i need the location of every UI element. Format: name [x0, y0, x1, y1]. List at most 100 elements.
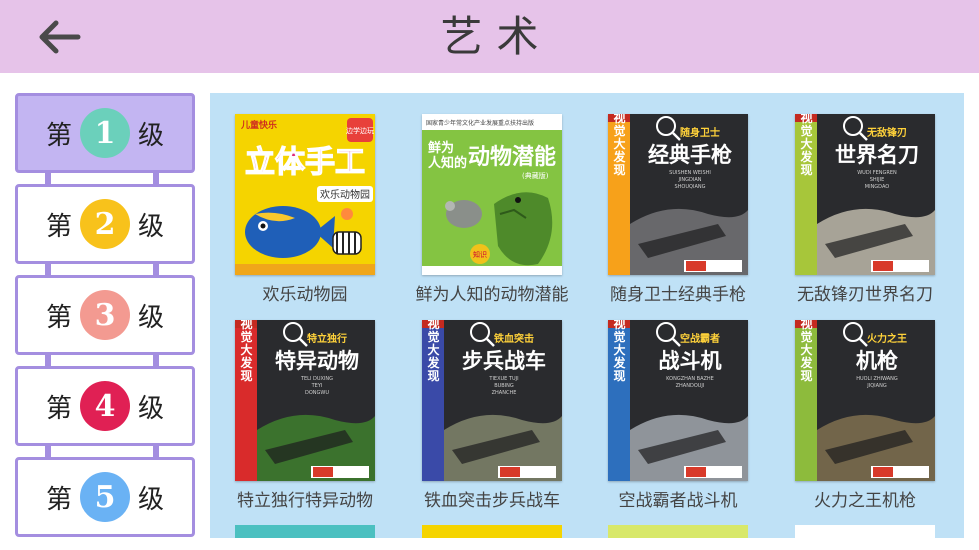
book-title: 欢乐动物园 [262, 285, 348, 305]
cover-title-line3: 动物潜能 [468, 144, 556, 170]
book-cover[interactable]: 视觉大发现 特立独行特异动物 TELI DUXING TEYI DONGWU [235, 320, 375, 481]
book-cover[interactable]: 视觉大发现 铁血突击 步兵战车 TIEXUE TUJI BUBING ZHANCHE [422, 320, 562, 481]
cover-title: 经典手枪 [648, 143, 732, 167]
level-suffix: 级 [138, 120, 165, 151]
cover-tag: 空战霸者 [680, 332, 720, 345]
book-card[interactable]: 国家青少年常文化产业发展重点扶持出版 鲜为 人知的 动物潜能 (典藏版) 知识 鲜为人知的动… [413, 114, 569, 305]
book-cover[interactable]: 视觉大发现 空战霸者战斗机 KONGZHAN BAZHE ZHANDOUJI [608, 320, 748, 481]
cover-tag: 随身卫士 [680, 126, 720, 139]
level-number-badge: 3 [80, 290, 130, 340]
level-tab-1[interactable]: 第1级 [15, 93, 195, 173]
book-card[interactable]: 视觉大发现 随身卫士 经典手枪 SUISHEN WEISHI JINGDIAN SHOUQ… [599, 114, 749, 305]
cover-series: 视觉大发现 [612, 320, 626, 383]
cover-tag: 无敌锋刃 [866, 126, 907, 139]
book-card[interactable]: 视觉大发现 特立独行 特异动物 TELI DUXING TEYI DONGWU 特立独行特异… [226, 320, 376, 511]
header-bar: 艺术 [0, 0, 979, 73]
book-title: 无敌锋刃世界名刀 [797, 285, 933, 305]
book-cover[interactable]: 国家青少年常文化产业发展重点扶持出版 鲜为 人知的 动物潜能 (典藏版) 知识 [422, 114, 562, 275]
book-card[interactable]: 视觉大发现 铁血突击 步兵战车 TIEXUE TUJI BUBING ZHANCHE 铁血突… [413, 320, 563, 511]
cover-pinyin-2: SHIJIE [870, 177, 885, 183]
level-suffix: 级 [138, 302, 165, 333]
book-cover-art: 儿童快乐边学边玩立体手工欢乐动物园 [235, 114, 375, 275]
book-cover[interactable]: 儿童快乐边学边玩立体手工欢乐动物园 [235, 114, 375, 275]
cover-tag: 特立独行 [307, 332, 347, 345]
page-title: 艺术 [440, 12, 553, 61]
book-cover-peek[interactable] [235, 525, 375, 538]
level-tab-5[interactable]: 第5级 [15, 457, 195, 537]
book-card[interactable]: 儿童快乐 边学边玩 立体手工 欢乐动物园 欢乐动物园 [226, 114, 376, 305]
cover-title: 特异动物 [275, 349, 359, 373]
book-grid: 儿童快乐 边学边玩 立体手工 欢乐动物园 欢乐动物园 国家青少年常文化产业发展重点扶持出版… [210, 93, 964, 538]
book-card[interactable]: 视觉大发现 火力之王 机枪 HUOLI ZHIWANG JIQIANG 火力之王机枪 [786, 320, 936, 511]
level-prefix: 第 [45, 393, 72, 424]
book-cover-art: 视觉大发现 特立独行特异动物 TELI DUXINGTEYIDONGWU [235, 320, 375, 481]
level-suffix: 级 [138, 393, 165, 424]
cover-series: 视觉大发现 [239, 320, 253, 383]
cover-pinyin-1: SUISHEN WEISHI [669, 170, 711, 176]
book-cover-art: 视觉大发现 无敌锋刃世界名刀 WUDI FENGRENSHIJIEMINGDAO [795, 114, 935, 275]
cover-tag: 火力之王 [867, 332, 907, 345]
cover-title: 战斗机 [659, 349, 722, 373]
cover-pinyin-2: ZHANDOUJI [676, 383, 705, 389]
book-cover[interactable]: 视觉大发现 无敌锋刃 世界名刀 WUDI FENGREN SHIJIE MINGDAO [795, 114, 935, 275]
cover-pinyin-1: HUOLI ZHIWANG [856, 376, 898, 382]
cover-pinyin-3: ZHANCHE [492, 390, 517, 396]
book-cover-peek[interactable] [608, 525, 748, 538]
cover-volume: (典藏版) [522, 171, 549, 180]
book-title: 火力之王机枪 [814, 491, 916, 511]
cover-title: 世界名刀 [835, 143, 919, 167]
level-prefix: 第 [45, 211, 72, 242]
level-prefix: 第 [45, 302, 72, 333]
book-cover[interactable]: 视觉大发现 随身卫士经典手枪 SUISHEN WEISHI JINGDIAN SHOUQ… [608, 114, 748, 275]
book-title: 特立独行特异动物 [237, 491, 373, 511]
level-number-badge: 4 [80, 381, 130, 431]
level-tab-3[interactable]: 第3级 [15, 275, 195, 355]
cover-series: 视觉大发现 [612, 114, 626, 177]
book-title: 鲜为人知的动物潜能 [415, 285, 569, 305]
book-cover-peek[interactable] [422, 525, 562, 538]
cover-publisher: 儿童快乐 [240, 119, 277, 131]
cover-pinyin-2: BUBING [494, 383, 514, 389]
level-suffix: 级 [138, 211, 165, 242]
level-number-badge: 1 [80, 108, 130, 158]
level-suffix: 级 [138, 484, 165, 515]
level-prefix: 第 [45, 120, 72, 151]
book-cover-art: 视觉大发现 空战霸者战斗机 KONGZHAN BAZHEZHANDOUJI [608, 320, 748, 481]
level-number-badge: 5 [80, 472, 130, 522]
cover-pinyin-3: DONGWU [305, 390, 329, 396]
book-cover[interactable]: 视觉大发现 火力之王机枪 HUOLI ZHIWANG JIQIANG [795, 320, 935, 481]
cover-pinyin-1: KONGZHAN BAZHE [666, 376, 714, 382]
book-cover-art: 视觉大发现 铁血突击步兵战车 TIEXUE TUJIBUBINGZHANCHE [422, 320, 562, 481]
level-tab-2[interactable]: 第2级 [15, 184, 195, 264]
cover-series: 视觉大发现 [799, 114, 813, 177]
cover-pinyin-2: JIQIANG [866, 383, 887, 389]
level-tab-4[interactable]: 第4级 [15, 366, 195, 446]
cover-title: 立体手工 [245, 145, 365, 180]
cover-title: 机枪 [856, 349, 898, 373]
cover-pinyin-3: MINGDAO [865, 184, 889, 190]
cover-pinyin-2: TEYI [311, 383, 323, 389]
cover-top-note: 国家青少年常文化产业发展重点扶持出版 [426, 119, 534, 127]
cover-pinyin-2: JINGDIAN [677, 177, 701, 183]
book-cover-art: 视觉大发现 火力之王机枪 HUOLI ZHIWANGJIQIANG [795, 320, 935, 481]
book-title: 随身卫士经典手枪 [610, 285, 746, 305]
cover-pinyin-3: SHOUQIANG [675, 184, 706, 190]
cover-title-line1: 鲜为 [428, 140, 454, 156]
cover-title-line2: 人知的 [428, 155, 467, 171]
cover-tag: 铁血突击 [494, 332, 534, 345]
cover-series: 视觉大发现 [426, 320, 440, 383]
book-card[interactable]: 视觉大发现 无敌锋刃 世界名刀 WUDI FENGREN SHIJIE MINGDAO 无敌… [786, 114, 936, 305]
book-title: 空战霸者战斗机 [618, 491, 738, 511]
cover-pinyin-1: TELI DUXING [300, 376, 333, 382]
book-cover-peek[interactable] [795, 525, 935, 538]
cover-badge: 边学边玩 [346, 126, 374, 135]
book-card[interactable]: 视觉大发现 空战霸者 战斗机 KONGZHAN BAZHE ZHANDOUJI 空战霸者战… [599, 320, 749, 511]
level-sidebar: 第1级第2级第3级第4级第5级 [15, 93, 195, 538]
level-prefix: 第 [45, 484, 72, 515]
book-cover-art: 国家青少年常文化产业发展重点扶持出版鲜为人知的 动物潜能(典藏版) 知识 [422, 114, 562, 275]
level-number-badge: 2 [80, 199, 130, 249]
book-cover-art: 视觉大发现 随身卫士经典手枪 SUISHEN WEISHIJINGDIANSHOUQ… [608, 114, 748, 275]
cover-series: 视觉大发现 [799, 320, 813, 383]
cover-subtitle: 欢乐动物园 [320, 188, 370, 201]
cover-pinyin-1: TIEXUE TUJI [488, 376, 518, 382]
